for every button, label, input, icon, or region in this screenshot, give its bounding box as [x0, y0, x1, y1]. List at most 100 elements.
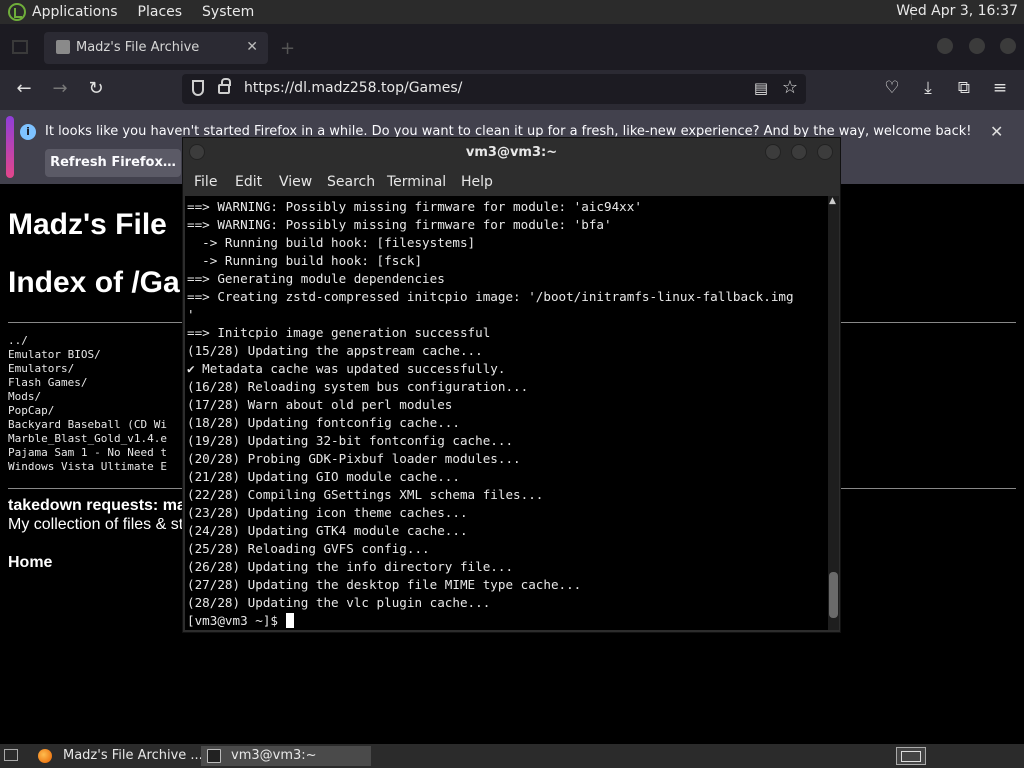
site-title: Madz's File [8, 208, 167, 241]
system-menu[interactable]: System [202, 4, 254, 20]
terminal-window[interactable]: vm3@vm3:~ File Edit View Search Terminal… [182, 137, 841, 633]
forward-arrow-icon[interactable]: → [48, 78, 72, 99]
terminal-line: (22/28) Compiling GSettings XML schema f… [187, 487, 544, 502]
terminal-icon [207, 749, 221, 763]
terminal-line: (26/28) Updating the info directory file… [187, 559, 514, 574]
scrollbar-thumb[interactable] [829, 572, 838, 618]
terminal-line: ==> Creating zstd-compressed initcpio im… [187, 289, 794, 304]
taskbar-item-terminal[interactable]: vm3@vm3:~ [201, 746, 371, 766]
bookmark-star-icon[interactable]: ☆ [782, 77, 798, 98]
terminal-line: (17/28) Warn about old perl modules [187, 397, 453, 412]
back-arrow-icon[interactable]: ← [12, 78, 36, 99]
listing-link[interactable]: Emulators/ [8, 362, 167, 376]
terminal-text: ==> WARNING: Possibly missing firmware f… [187, 198, 794, 630]
listing-link[interactable]: Pajama Sam 1 - No Need t [8, 446, 167, 460]
terminal-line: (27/28) Updating the desktop file MIME t… [187, 577, 582, 592]
terminal-line: ' [187, 307, 195, 322]
pocket-icon[interactable]: ♡ [881, 78, 903, 98]
index-title: Index of /Ga [8, 266, 180, 299]
terminal-cursor [285, 613, 294, 628]
directory-listing: ../ Emulator BIOS/ Emulators/ Flash Game… [8, 334, 167, 474]
scroll-up-icon[interactable]: ▲ [829, 196, 836, 206]
terminal-line: (20/28) Probing GDK-Pixbuf loader module… [187, 451, 521, 466]
taskbar-item-label: Madz's File Archive ... [63, 748, 203, 763]
show-desktop-icon[interactable] [4, 749, 18, 761]
terminal-minimize-button[interactable] [765, 144, 781, 160]
terminal-line: (19/28) Updating 32-bit fontconfig cache… [187, 433, 514, 448]
terminal-line: ==> WARNING: Possibly missing firmware f… [187, 199, 642, 214]
terminal-line: ==> Generating module dependencies [187, 271, 445, 286]
terminal-menubar: File Edit View Search Terminal Help [183, 168, 840, 196]
places-menu[interactable]: Places [138, 4, 183, 20]
terminal-menu-search[interactable]: Search [327, 174, 375, 190]
terminal-scrollbar[interactable]: ▲ [828, 196, 839, 630]
firefox-icon [38, 749, 52, 763]
info-icon: i [20, 124, 36, 140]
bottom-taskbar: Madz's File Archive ... vm3@vm3:~ [0, 744, 1024, 768]
url-bar[interactable]: https://dl.madz258.top/Games/ ▤ ☆ [182, 74, 806, 104]
terminal-menu-view[interactable]: View [279, 174, 312, 190]
tab-madz-file-archive[interactable]: Madz's File Archive ✕ [44, 32, 268, 64]
minimize-window-button[interactable] [937, 38, 953, 54]
lock-icon[interactable] [218, 78, 231, 94]
terminal-line: ==> WARNING: Possibly missing firmware f… [187, 217, 612, 232]
collection-description: My collection of files & st [8, 516, 184, 533]
workspace-1[interactable] [901, 751, 921, 762]
terminal-line: ==> Initcpio image generation successful [187, 325, 491, 340]
applications-menu[interactable]: Applications [32, 4, 118, 20]
terminal-maximize-button[interactable] [791, 144, 807, 160]
close-window-button[interactable] [1000, 38, 1016, 54]
downloads-icon[interactable]: ⤓ [917, 78, 939, 98]
top-panel: Applications Places System Wed Apr 3, 16… [0, 0, 1024, 24]
terminal-line: -> Running build hook: [filesystems] [187, 235, 476, 250]
listing-link[interactable]: PopCap/ [8, 404, 167, 418]
close-tab-icon[interactable]: ✕ [246, 39, 258, 55]
sidebar-icon[interactable] [12, 40, 28, 54]
terminal-line: ✔ Metadata cache was updated successfull… [187, 361, 506, 376]
tracking-protection-shield-icon[interactable] [192, 80, 204, 96]
close-notification-icon[interactable]: ✕ [990, 122, 1003, 141]
listing-link[interactable]: ../ [8, 334, 167, 348]
taskbar-item-label: vm3@vm3:~ [231, 748, 317, 763]
terminal-line: -> Running build hook: [fsck] [187, 253, 423, 268]
listing-link[interactable]: Windows Vista Ultimate E [8, 460, 167, 474]
url-text[interactable]: https://dl.madz258.top/Games/ [244, 80, 462, 96]
terminal-line: (18/28) Updating fontconfig cache... [187, 415, 460, 430]
tab-title: Madz's File Archive [76, 40, 200, 55]
reader-view-icon[interactable]: ▤ [754, 79, 768, 97]
workspace-switcher[interactable] [896, 747, 926, 765]
terminal-line: (16/28) Reloading system bus configurati… [187, 379, 529, 394]
terminal-menu-edit[interactable]: Edit [235, 174, 262, 190]
listing-link[interactable]: Mods/ [8, 390, 167, 404]
refresh-firefox-button[interactable]: Refresh Firefox… [45, 149, 181, 177]
home-link[interactable]: Home [8, 554, 52, 572]
taskbar-item-firefox[interactable]: Madz's File Archive ... [32, 746, 203, 766]
terminal-menu-terminal[interactable]: Terminal [387, 174, 446, 190]
terminal-line: (24/28) Updating GTK4 module cache... [187, 523, 468, 538]
listing-link[interactable]: Marble_Blast_Gold_v1.4.e [8, 432, 167, 446]
extensions-icon[interactable]: ⧉ [953, 78, 975, 98]
terminal-output[interactable]: ==> WARNING: Possibly missing firmware f… [185, 196, 828, 630]
terminal-menu-file[interactable]: File [194, 174, 217, 190]
notification-accent-stripe [6, 116, 14, 178]
listing-link[interactable]: Backyard Baseball (CD Wi [8, 418, 167, 432]
listing-link[interactable]: Flash Games/ [8, 376, 167, 390]
reload-icon[interactable]: ↻ [84, 78, 108, 99]
terminal-menu-help[interactable]: Help [461, 174, 493, 190]
new-tab-icon[interactable]: + [280, 38, 295, 59]
terminal-line: (15/28) Updating the appstream cache... [187, 343, 483, 358]
terminal-prompt[interactable]: [vm3@vm3 ~]$ [187, 612, 794, 630]
terminal-line: (21/28) Updating GIO module cache... [187, 469, 460, 484]
terminal-line: (23/28) Updating icon theme caches... [187, 505, 468, 520]
maximize-window-button[interactable] [969, 38, 985, 54]
terminal-line: (25/28) Reloading GVFS config... [187, 541, 430, 556]
clock[interactable]: Wed Apr 3, 16:37 [896, 3, 1018, 19]
terminal-close-button[interactable] [817, 144, 833, 160]
terminal-line: (28/28) Updating the vlc plugin cache... [187, 595, 491, 610]
terminal-title: vm3@vm3:~ [465, 145, 558, 160]
distro-logo-icon[interactable] [8, 3, 26, 21]
takedown-requests-text: takedown requests: ma [8, 497, 186, 514]
menu-hamburger-icon[interactable]: ≡ [989, 78, 1011, 98]
favicon-icon [56, 40, 70, 54]
listing-link[interactable]: Emulator BIOS/ [8, 348, 167, 362]
